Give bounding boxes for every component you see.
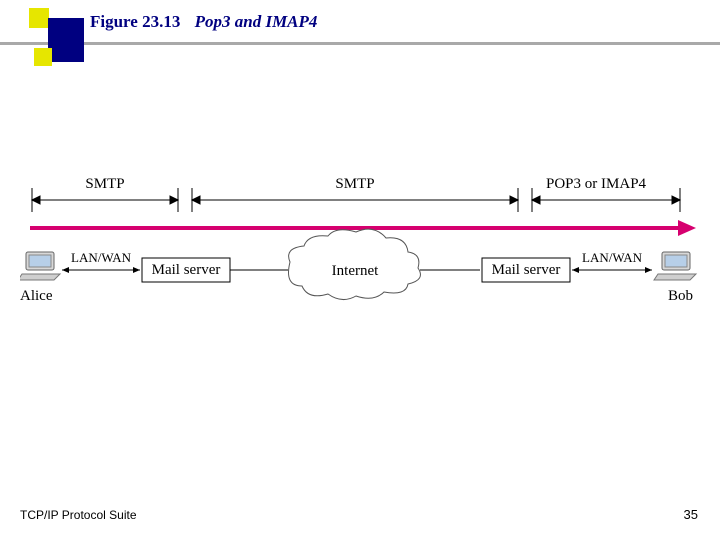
node-label-internet: Internet <box>332 263 379 280</box>
figure-number: Figure 23.13 <box>90 12 180 31</box>
protocol-pop3: POP3 <box>546 176 581 192</box>
header-rule-overlay <box>0 42 48 45</box>
protocol-imap4: IMAP4 <box>601 176 646 192</box>
protocol-label-smtp-1: SMTP <box>85 176 124 193</box>
protocol-label-seg3: POP3 or IMAP4 <box>546 176 646 193</box>
laptop-icon <box>20 252 60 280</box>
header-rule <box>0 42 720 45</box>
node-label-mailserver-2: Mail server <box>492 262 561 279</box>
node-label-alice: Alice <box>20 288 52 305</box>
laptop-icon <box>654 252 696 280</box>
header-block-navy <box>48 18 84 62</box>
footer-text: TCP/IP Protocol Suite <box>20 508 137 522</box>
figure-title: Figure 23.13 Pop3 and IMAP4 <box>90 12 317 32</box>
header-square-yellow-top <box>29 8 49 28</box>
link-label-right: LAN/WAN <box>582 250 642 266</box>
protocol-or: or <box>581 176 601 192</box>
protocol-label-smtp-2: SMTP <box>335 176 374 193</box>
diagram: SMTP SMTP POP3 or IMAP4 LAN/WAN LAN/WAN … <box>20 180 700 340</box>
figure-caption: Pop3 and IMAP4 <box>195 12 318 31</box>
link-label-left: LAN/WAN <box>71 250 131 266</box>
page-number: 35 <box>684 507 698 522</box>
node-label-bob: Bob <box>668 288 693 305</box>
node-label-mailserver-1: Mail server <box>152 262 221 279</box>
header-square-yellow-bottom <box>34 48 52 66</box>
